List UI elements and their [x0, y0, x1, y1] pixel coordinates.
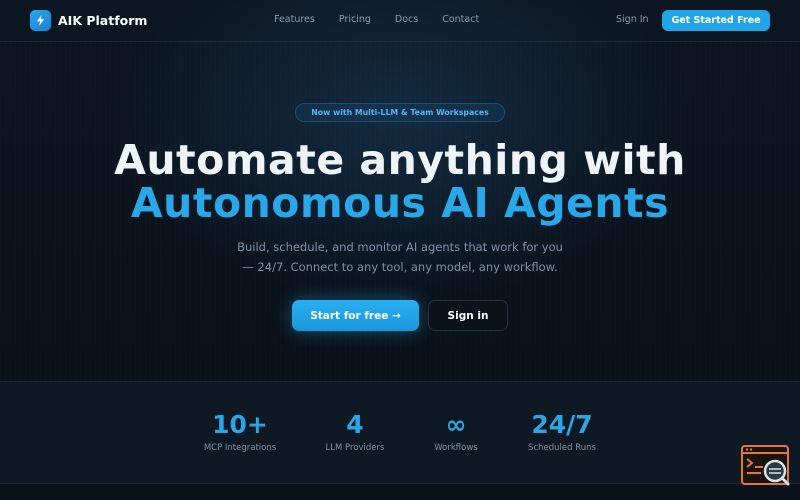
hero-title-line2: Autonomous AI Agents: [130, 179, 670, 227]
nav-link-contact[interactable]: Contact: [442, 14, 479, 25]
hero-subtitle: Build, schedule, and monitor AI agents t…: [220, 237, 580, 277]
nav-link-features[interactable]: Features: [274, 14, 315, 25]
start-free-button[interactable]: Start for free →: [292, 300, 419, 331]
hero-title-line1: Automate anything with: [114, 136, 686, 184]
get-started-button[interactable]: Get Started Free: [662, 10, 770, 31]
stat-workflows: ∞ Workflows: [406, 410, 506, 453]
stat-scheduled-runs: 24/7 Scheduled Runs: [507, 410, 617, 453]
nav-link-pricing[interactable]: Pricing: [339, 14, 371, 25]
nav-link-docs[interactable]: Docs: [395, 14, 418, 25]
stat-llm-providers: 4 LLM Providers: [305, 410, 405, 453]
brand[interactable]: AIK Platform: [30, 10, 147, 31]
terminal-search-icon[interactable]: [741, 445, 791, 487]
nav-links: Features Pricing Docs Contact: [274, 14, 503, 25]
stat-label: Workflows: [434, 443, 478, 453]
hero-subtitle-line2: — 24/7. Connect to any tool, any model, …: [242, 260, 558, 274]
bolt-icon: [30, 10, 51, 31]
stat-label: LLM Providers: [325, 443, 385, 453]
stat-value: ∞: [445, 410, 467, 439]
hero-signin-button[interactable]: Sign in: [428, 300, 508, 331]
hero-subtitle-line1: Build, schedule, and monitor AI agents t…: [237, 240, 563, 254]
stat-mcp-integrations: 10+ MCP Integrations: [190, 410, 290, 453]
stat-label: MCP Integrations: [203, 443, 277, 453]
stats-band: 10+ MCP Integrations 4 LLM Providers ∞ W…: [0, 381, 800, 484]
stat-value: 4: [346, 410, 364, 439]
announcement-badge: Now with Multi-LLM & Team Workspaces: [295, 103, 505, 122]
nav-signin-link[interactable]: Sign In: [616, 14, 649, 25]
stat-label: Scheduled Runs: [528, 443, 596, 453]
top-navbar: AIK Platform Features Pricing Docs Conta…: [0, 0, 800, 42]
brand-name: AIK Platform: [58, 13, 148, 28]
stat-value: 10+: [212, 410, 268, 439]
stat-value: 24/7: [531, 410, 593, 439]
